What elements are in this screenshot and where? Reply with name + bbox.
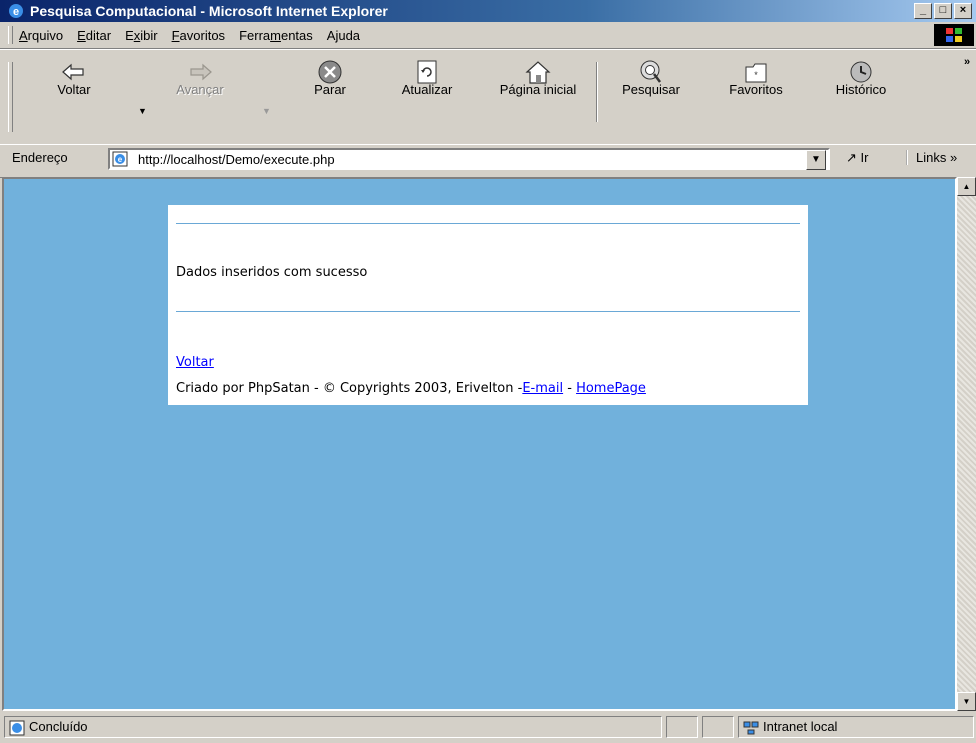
status-pane-security xyxy=(702,716,734,738)
scroll-up-button[interactable]: ▲ xyxy=(957,177,976,196)
footer-separator: - xyxy=(563,381,577,396)
intranet-zone-icon xyxy=(743,721,759,735)
go-arrow-icon: ↗ xyxy=(846,150,857,165)
minimize-button[interactable]: _ xyxy=(914,3,932,19)
address-label: Endereço xyxy=(12,150,68,165)
go-label: Ir xyxy=(860,150,869,165)
forward-button[interactable]: Avançar xyxy=(176,82,223,97)
voltar-link[interactable]: Voltar xyxy=(176,355,214,370)
forward-dropdown-icon[interactable]: ▼ xyxy=(262,106,271,116)
page-done-icon xyxy=(9,720,25,736)
menu-ajuda[interactable]: Ajuda xyxy=(327,28,360,43)
back-button[interactable]: Voltar xyxy=(57,82,90,97)
content-panel: Dados inseridos com sucesso Voltar Criad… xyxy=(168,205,808,405)
favorites-button[interactable]: Favoritos xyxy=(729,82,782,97)
search-button[interactable]: Pesquisar xyxy=(622,82,680,97)
toolbar-grip[interactable] xyxy=(8,62,13,132)
status-zone-pane: Intranet local xyxy=(738,716,974,738)
page-ie-icon: e xyxy=(112,151,128,167)
footer-credits: Criado por PhpSatan - © Copyrights 2003,… xyxy=(176,381,646,396)
status-text: Concluído xyxy=(29,719,88,734)
go-button[interactable]: ↗ Ir xyxy=(846,150,868,166)
menu-ferramentas[interactable]: Ferramentas xyxy=(239,28,313,43)
footer-text: Criado por PhpSatan - © Copyrights 2003,… xyxy=(176,381,523,396)
vertical-scrollbar[interactable]: ▲ ▼ xyxy=(957,177,976,711)
address-input[interactable]: e http://localhost/Demo/execute.php xyxy=(108,148,830,170)
address-url: http://localhost/Demo/execute.php xyxy=(138,152,335,167)
internet-explorer-icon: e xyxy=(9,4,23,18)
history-button[interactable]: Histórico xyxy=(836,82,887,97)
menu-favoritos[interactable]: Favoritos xyxy=(172,28,225,43)
svg-text:*: * xyxy=(754,70,758,80)
address-dropdown-button[interactable]: ▼ xyxy=(806,150,826,170)
success-message: Dados inseridos com sucesso xyxy=(176,265,368,280)
close-button[interactable]: × xyxy=(954,3,972,19)
svg-text:e: e xyxy=(13,6,19,18)
toolbar-overflow-chevron-icon[interactable]: » xyxy=(964,56,970,68)
links-button[interactable]: Links » xyxy=(906,150,957,165)
status-zone-text: Intranet local xyxy=(763,719,838,734)
svg-text:e: e xyxy=(118,155,123,164)
menu-editar[interactable]: Editar xyxy=(77,28,111,43)
scroll-down-button[interactable]: ▼ xyxy=(957,692,976,711)
stop-button[interactable]: Parar xyxy=(314,82,346,97)
top-divider xyxy=(176,223,800,224)
window-title: Pesquisa Computacional - Microsoft Inter… xyxy=(30,3,388,19)
back-dropdown-icon[interactable]: ▼ xyxy=(138,106,147,116)
homepage-link[interactable]: HomePage xyxy=(576,381,646,396)
standard-toolbar xyxy=(0,49,976,145)
status-text-pane: Concluído xyxy=(4,716,662,738)
windows-logo-icon xyxy=(934,24,974,46)
home-button[interactable]: Página inicial xyxy=(500,82,577,97)
menu-exibir[interactable]: Exibir xyxy=(125,28,158,43)
status-pane-progress xyxy=(666,716,698,738)
bottom-divider xyxy=(176,311,800,312)
menu-bar: Arquivo Editar Exibir Favoritos Ferramen… xyxy=(0,22,976,49)
page-viewport: Dados inseridos com sucesso Voltar Criad… xyxy=(2,177,957,711)
email-link[interactable]: E-mail xyxy=(522,381,563,396)
menubar-grip[interactable] xyxy=(8,26,13,44)
menu-arquivo[interactable]: Arquivo xyxy=(19,28,63,43)
maximize-button[interactable]: □ xyxy=(934,3,952,19)
window-titlebar: e Pesquisa Computacional - Microsoft Int… xyxy=(0,0,976,22)
refresh-button[interactable]: Atualizar xyxy=(402,82,453,97)
toolbar-separator xyxy=(596,62,598,122)
